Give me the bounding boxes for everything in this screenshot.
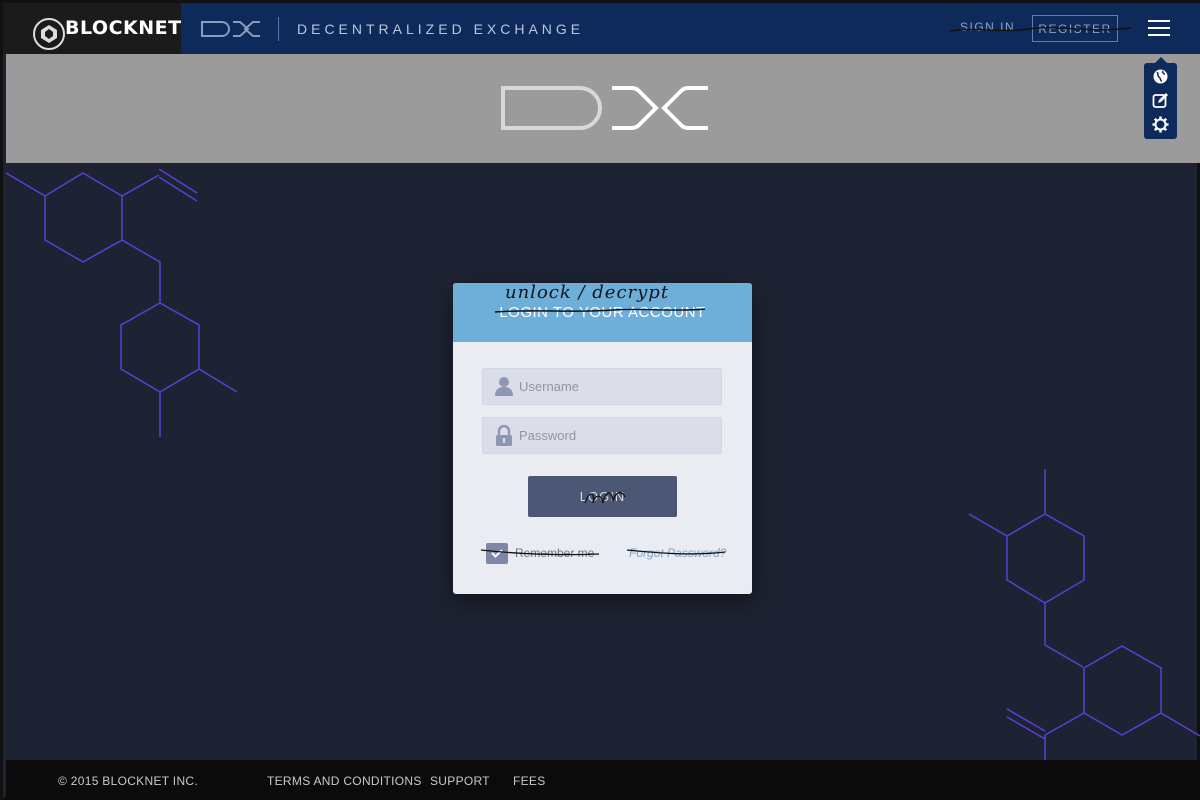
footer-terms-link[interactable]: TERMS AND CONDITIONS	[267, 774, 422, 788]
gear-icon[interactable]	[1152, 116, 1169, 133]
dx-logo-small	[201, 21, 260, 37]
footer-fees-link[interactable]: FEES	[513, 774, 546, 788]
blocknet-logo-icon	[33, 18, 65, 50]
register-button[interactable]: REGISTER	[1032, 15, 1118, 42]
username-input[interactable]	[519, 369, 715, 404]
globe-icon[interactable]	[1152, 68, 1169, 85]
brand-logo[interactable]: BLOCKNET	[3, 3, 181, 54]
header-tagline: DECENTRALIZED EXCHANGE	[297, 21, 585, 37]
login-title: LOGIN TO YOUR ACCOUNT	[499, 304, 706, 321]
password-field[interactable]	[482, 417, 722, 454]
forgot-password-link[interactable]: Forgot Password?	[629, 546, 726, 560]
hero-banner	[6, 54, 1200, 163]
username-field[interactable]	[482, 368, 722, 405]
remember-me-label: Remember me	[515, 546, 595, 560]
login-card: LOGIN TO YOUR ACCOUNT LOGIN Remember me	[453, 283, 752, 594]
brand-name: BLOCKNET	[65, 17, 182, 39]
app-frame: BLOCKNET DECENTRALIZED EXCHANGE SIGN IN …	[0, 0, 1200, 800]
edit-icon[interactable]	[1152, 92, 1169, 109]
hamburger-menu-icon[interactable]	[1148, 20, 1170, 36]
remember-me-checkbox[interactable]	[486, 543, 508, 564]
side-tools-panel	[1144, 57, 1177, 139]
handwritten-title-annotation: unlock / decrypt	[505, 282, 670, 303]
password-input[interactable]	[519, 418, 715, 453]
top-bar: BLOCKNET DECENTRALIZED EXCHANGE SIGN IN …	[3, 3, 1200, 54]
lock-icon	[496, 425, 512, 446]
login-button[interactable]: LOGIN	[528, 476, 677, 517]
user-icon	[495, 377, 513, 396]
dx-logo-large	[501, 86, 708, 130]
sign-in-link[interactable]: SIGN IN	[960, 20, 1015, 34]
footer-copyright: © 2015 BLOCKNET INC.	[58, 774, 199, 788]
header-divider	[278, 17, 279, 41]
footer-support-link[interactable]: SUPPORT	[430, 774, 490, 788]
footer: © 2015 BLOCKNET INC. TERMS AND CONDITION…	[6, 760, 1200, 800]
checkmark-icon	[491, 549, 503, 558]
